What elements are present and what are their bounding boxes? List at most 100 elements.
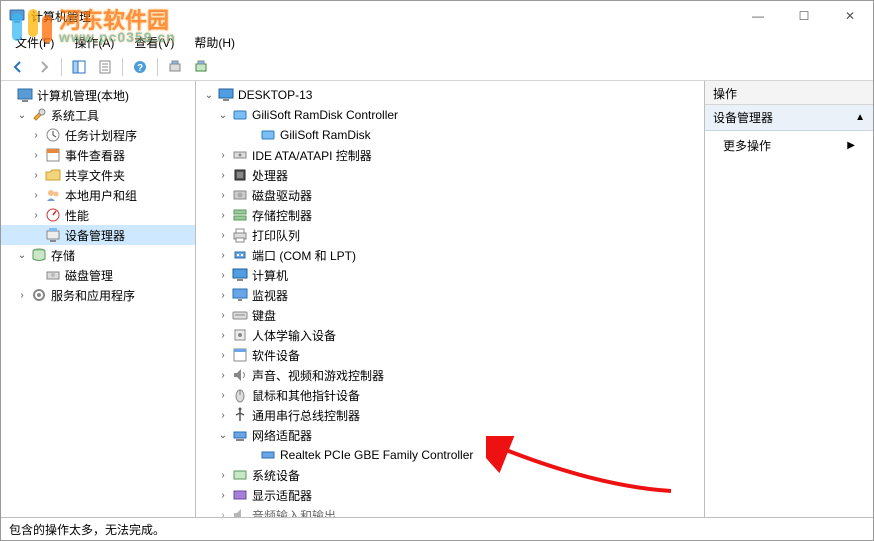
maximize-button[interactable]: ☐ [781, 1, 827, 31]
pc-icon [232, 267, 248, 283]
device-network-adapters[interactable]: ⌄ 网络适配器 [196, 425, 704, 445]
computer-icon [218, 87, 234, 103]
device-disk-drives[interactable]: ›磁盘驱动器 [196, 185, 704, 205]
device-computers[interactable]: › 计算机 [196, 265, 704, 285]
device-computer[interactable]: ⌄ DESKTOP-13 [196, 85, 704, 105]
expand-icon[interactable]: › [29, 188, 43, 202]
expand-icon[interactable]: › [216, 248, 230, 262]
expand-icon[interactable]: › [216, 228, 230, 242]
node-label: 事件查看器 [65, 147, 125, 164]
device-print-queue[interactable]: ›打印队列 [196, 225, 704, 245]
device-system[interactable]: ›系统设备 [196, 465, 704, 485]
close-button[interactable]: ✕ [827, 1, 873, 31]
expand-icon[interactable]: › [216, 508, 230, 517]
expand-icon[interactable]: › [216, 288, 230, 302]
expand-icon[interactable]: › [29, 128, 43, 142]
expand-icon[interactable]: › [15, 288, 29, 302]
users-icon [45, 187, 61, 203]
collapse-icon[interactable]: ⌄ [216, 428, 230, 442]
node-performance[interactable]: › 性能 [1, 205, 195, 225]
collapse-icon[interactable]: ⌄ [216, 108, 230, 122]
device-keyboards[interactable]: › 键盘 [196, 305, 704, 325]
device-mice[interactable]: ›鼠标和其他指针设备 [196, 385, 704, 405]
sound-icon [232, 367, 248, 383]
menu-help[interactable]: 帮助(H) [186, 32, 243, 53]
refresh-button[interactable] [189, 55, 213, 79]
expand-icon[interactable]: › [216, 348, 230, 362]
expand-icon[interactable]: › [216, 188, 230, 202]
collapse-icon[interactable]: ⌄ [15, 248, 29, 262]
back-button[interactable] [6, 55, 30, 79]
forward-button[interactable] [32, 55, 56, 79]
device-ide[interactable]: ›IDE ATA/ATAPI 控制器 [196, 145, 704, 165]
node-label: 本地用户和组 [65, 187, 137, 204]
device-realtek-nic[interactable]: Realtek PCIe GBE Family Controller [196, 445, 704, 465]
node-computer-management[interactable]: 计算机管理(本地) [1, 85, 195, 105]
node-label: 网络适配器 [252, 427, 312, 444]
node-shared-folders[interactable]: › 共享文件夹 [1, 165, 195, 185]
device-software[interactable]: ›软件设备 [196, 345, 704, 365]
device-sound[interactable]: ›声音、视频和游戏控制器 [196, 365, 704, 385]
node-local-users[interactable]: › 本地用户和组 [1, 185, 195, 205]
scan-hardware-button[interactable] [163, 55, 187, 79]
toolbar: ? [1, 53, 873, 81]
minimize-button[interactable]: — [735, 1, 781, 31]
device-usb[interactable]: › 通用串行总线控制器 [196, 405, 704, 425]
actions-more[interactable]: 更多操作 ▶ [705, 131, 873, 160]
collapse-icon[interactable]: ⌄ [15, 108, 29, 122]
node-label: 通用串行总线控制器 [252, 407, 360, 424]
expand-icon[interactable]: › [216, 208, 230, 222]
show-hide-tree-button[interactable] [67, 55, 91, 79]
properties-button[interactable] [93, 55, 117, 79]
device-monitors[interactable]: ›监视器 [196, 285, 704, 305]
expand-icon[interactable]: › [29, 148, 43, 162]
collapse-icon[interactable]: ⌄ [202, 88, 216, 102]
collapse-triangle-icon[interactable]: ▲ [855, 112, 865, 123]
expand-icon[interactable]: › [29, 168, 43, 182]
menu-file[interactable]: 文件(F) [7, 32, 62, 53]
menu-action[interactable]: 操作(A) [66, 32, 122, 53]
left-tree-pane[interactable]: 计算机管理(本地) ⌄ 系统工具 › 任务计划程序 › 事件查看器 › 共享文件… [1, 81, 196, 517]
node-label: 磁盘管理 [65, 267, 113, 284]
node-system-tools[interactable]: ⌄ 系统工具 [1, 105, 195, 125]
node-disk-management[interactable]: 磁盘管理 [1, 265, 195, 285]
expand-icon[interactable]: › [216, 268, 230, 282]
device-tree-pane[interactable]: ⌄ DESKTOP-13 ⌄GiliSoft RamDisk Controller… [196, 81, 705, 517]
device-manager-icon [45, 227, 61, 243]
expand-icon[interactable]: › [216, 488, 230, 502]
node-storage[interactable]: ⌄ 存储 [1, 245, 195, 265]
device-ports[interactable]: ›端口 (COM 和 LPT) [196, 245, 704, 265]
node-label: 计算机 [252, 267, 288, 284]
expand-icon[interactable]: › [216, 388, 230, 402]
node-event-viewer[interactable]: › 事件查看器 [1, 145, 195, 165]
device-storage-controllers[interactable]: ›存储控制器 [196, 205, 704, 225]
expand-icon[interactable]: › [216, 168, 230, 182]
actions-section[interactable]: 设备管理器 ▲ [705, 105, 873, 131]
expand-icon[interactable]: › [216, 148, 230, 162]
expand-icon[interactable]: › [216, 368, 230, 382]
device-ramdisk-controller[interactable]: ⌄GiliSoft RamDisk Controller [196, 105, 704, 125]
expand-icon[interactable]: › [216, 308, 230, 322]
node-label: 键盘 [252, 307, 276, 324]
device-display[interactable]: ›显示适配器 [196, 485, 704, 505]
device-ramdisk[interactable]: GiliSoft RamDisk [196, 125, 704, 145]
display-adapter-icon [232, 487, 248, 503]
device-audio-io[interactable]: ›音频输入和输出 [196, 505, 704, 517]
network-icon [232, 427, 248, 443]
node-services-apps[interactable]: › 服务和应用程序 [1, 285, 195, 305]
node-label: DESKTOP-13 [238, 88, 312, 102]
app-icon [9, 8, 25, 24]
expand-icon[interactable]: › [216, 408, 230, 422]
expand-icon[interactable]: › [216, 468, 230, 482]
expand-icon[interactable]: › [216, 328, 230, 342]
menu-view[interactable]: 查看(V) [126, 32, 182, 53]
storage-ctrl-icon [232, 207, 248, 223]
node-device-manager[interactable]: 设备管理器 [1, 225, 195, 245]
help-button[interactable]: ? [128, 55, 152, 79]
expand-icon[interactable] [1, 88, 15, 102]
device-hid[interactable]: ›人体学输入设备 [196, 325, 704, 345]
expand-icon[interactable]: › [29, 208, 43, 222]
device-cpu[interactable]: ›处理器 [196, 165, 704, 185]
node-task-scheduler[interactable]: › 任务计划程序 [1, 125, 195, 145]
cpu-icon [232, 167, 248, 183]
